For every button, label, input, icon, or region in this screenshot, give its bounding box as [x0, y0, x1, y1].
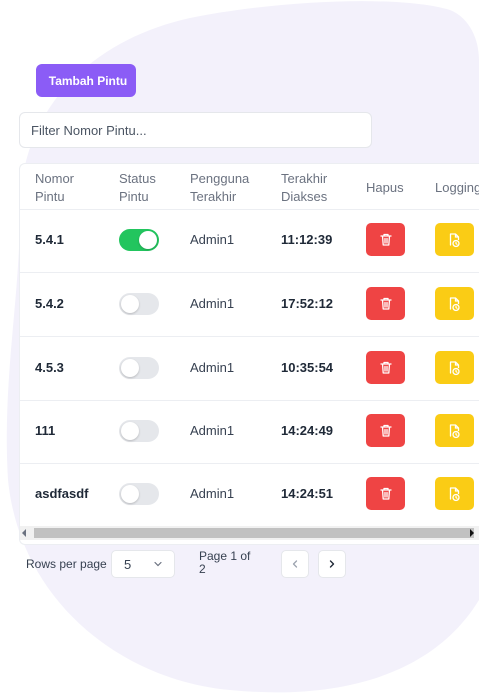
- logging-button[interactable]: [435, 414, 474, 447]
- last-user: Admin1: [190, 360, 235, 375]
- column-header-label: Hapus: [366, 180, 404, 195]
- toggle-knob: [139, 231, 157, 249]
- table-row: 4.5.3 Admin1 10:35:54: [20, 337, 479, 401]
- filter-door-number-input[interactable]: [19, 112, 372, 148]
- document-clock-icon: [449, 360, 460, 375]
- chevron-right-icon: [329, 560, 335, 568]
- last-user: Admin1: [190, 296, 235, 311]
- toggle-knob: [121, 485, 139, 503]
- add-door-label: Tambah Pintu: [48, 73, 128, 88]
- last-accessed: 10:35:54: [281, 360, 334, 375]
- toggle-knob: [121, 359, 139, 377]
- document-clock-icon: [449, 232, 460, 247]
- door-status-toggle[interactable]: [119, 357, 159, 379]
- column-header-status-pintu[interactable]: Status Pintu: [119, 170, 156, 206]
- table-row: 111 Admin1 14:24:49: [20, 400, 479, 464]
- scroll-right-arrow-icon[interactable]: [470, 529, 474, 537]
- logging-button[interactable]: [435, 223, 474, 256]
- logging-button[interactable]: [435, 351, 474, 384]
- doors-table: Nomor Pintu Status Pintu Pengguna Terakh…: [19, 163, 479, 545]
- column-header-label: Pintu: [119, 189, 149, 204]
- pagination: Rows per page 5 Page 1 of 2: [0, 548, 479, 582]
- chevron-down-icon: [154, 561, 162, 567]
- column-header-label: Logging: [435, 180, 479, 195]
- trash-icon: [379, 297, 392, 310]
- column-header-label: Nomor: [35, 171, 75, 186]
- trash-icon: [379, 487, 392, 500]
- scrollbar-thumb[interactable]: [34, 528, 474, 538]
- rows-per-page-select[interactable]: 5: [111, 550, 175, 578]
- chevron-left-icon: [292, 560, 298, 568]
- trash-icon: [379, 424, 392, 437]
- page-info-line1: Page 1 of: [199, 549, 251, 563]
- table-row: 5.4.1 Admin1 11:12:39: [20, 209, 479, 273]
- column-header-terakhir-diakses[interactable]: Terakhir Diakses: [281, 170, 327, 206]
- door-status-toggle[interactable]: [119, 483, 159, 505]
- door-status-toggle[interactable]: [119, 293, 159, 315]
- document-clock-icon: [449, 486, 460, 501]
- rows-per-page-value: 5: [124, 557, 132, 572]
- column-header-hapus: Hapus: [366, 179, 404, 197]
- column-header-label: Pintu: [35, 189, 65, 204]
- column-header-label: Pengguna: [190, 171, 250, 186]
- last-accessed: 14:24:49: [281, 423, 334, 438]
- column-header-nomor-pintu[interactable]: Nomor Pintu: [35, 170, 74, 206]
- last-user: Admin1: [190, 423, 235, 438]
- table-row: asdfasdf Admin1 14:24:51: [20, 463, 479, 527]
- column-header-label: Diakses: [281, 189, 328, 204]
- doors-panel: Tambah Pintu Nomor Pintu Status Pintu Pe…: [0, 0, 479, 693]
- door-number: 5.4.1: [35, 232, 64, 247]
- last-user: Admin1: [190, 232, 235, 247]
- delete-button[interactable]: [366, 351, 405, 384]
- trash-icon: [379, 233, 392, 246]
- logging-button[interactable]: [435, 287, 474, 320]
- page-info: Page 1 of 2: [199, 550, 259, 576]
- door-number: 4.5.3: [35, 360, 64, 375]
- last-accessed: 11:12:39: [281, 232, 333, 247]
- door-number: 111: [35, 423, 56, 438]
- delete-button[interactable]: [366, 287, 405, 320]
- document-clock-icon: [449, 423, 460, 438]
- column-header-label: Terakhir: [281, 171, 328, 186]
- rows-per-page-label: Rows per page: [26, 557, 107, 571]
- toggle-knob: [121, 422, 139, 440]
- delete-button[interactable]: [366, 414, 405, 447]
- door-number: asdfasdf: [35, 486, 89, 501]
- door-number: 5.4.2: [35, 296, 64, 311]
- column-header-logging: Logging: [435, 179, 479, 197]
- next-page-button[interactable]: [318, 550, 346, 578]
- table-row: 5.4.2 Admin1 17:52:12: [20, 273, 479, 337]
- add-door-button[interactable]: Tambah Pintu: [36, 64, 136, 97]
- delete-button[interactable]: [366, 223, 405, 256]
- last-user: Admin1: [190, 486, 235, 501]
- column-header-pengguna-terakhir[interactable]: Pengguna Terakhir: [190, 170, 249, 206]
- scroll-left-arrow-icon[interactable]: [22, 529, 26, 537]
- last-accessed: 14:24:51: [281, 486, 334, 501]
- toggle-knob: [121, 295, 139, 313]
- trash-icon: [379, 361, 392, 374]
- door-status-toggle[interactable]: [119, 420, 159, 442]
- page-info-line2: 2: [199, 562, 206, 576]
- column-header-label: Status: [119, 171, 156, 186]
- column-header-label: Terakhir: [190, 189, 237, 204]
- previous-page-button[interactable]: [281, 550, 309, 578]
- last-accessed: 17:52:12: [281, 296, 334, 311]
- table-header: Nomor Pintu Status Pintu Pengguna Terakh…: [20, 164, 479, 210]
- logging-button[interactable]: [435, 477, 474, 510]
- door-status-toggle[interactable]: [119, 229, 159, 251]
- document-clock-icon: [449, 296, 460, 311]
- delete-button[interactable]: [366, 477, 405, 510]
- horizontal-scrollbar[interactable]: [20, 526, 479, 540]
